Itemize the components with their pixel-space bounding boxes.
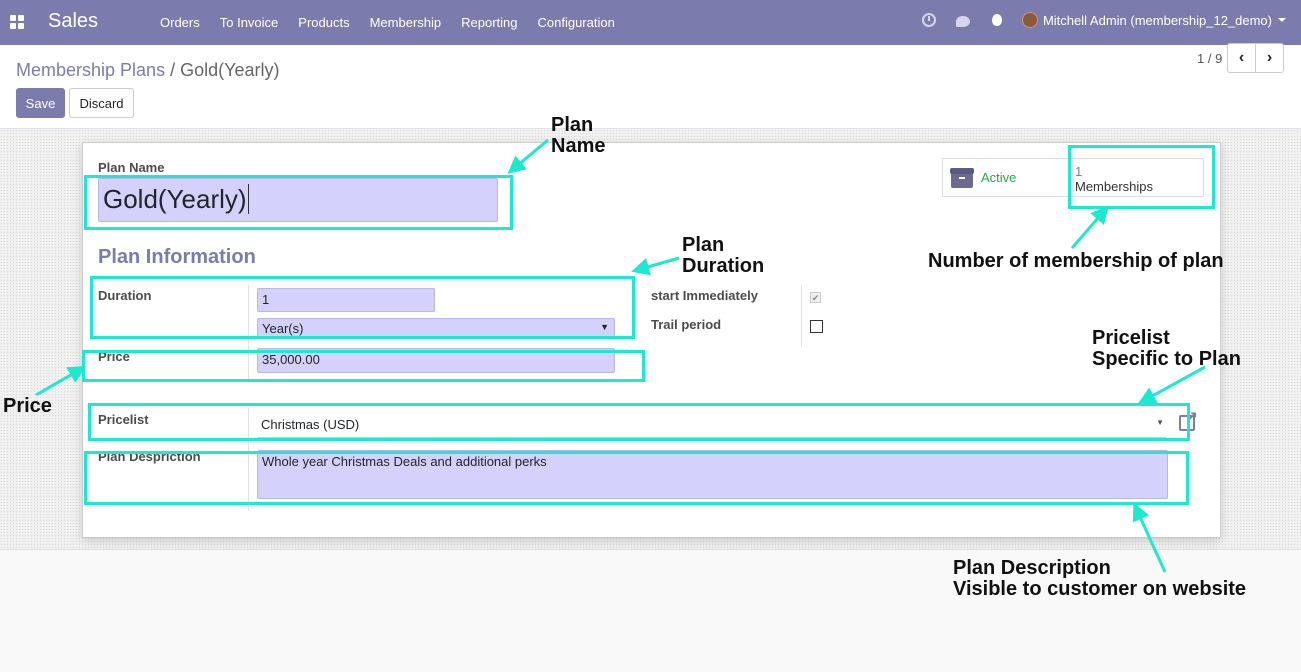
menu-item-to-invoice[interactable]: To Invoice [210,15,289,30]
active-toggle-button[interactable]: Active [943,159,1071,196]
description-highlight [84,451,1189,505]
annotation-pricelist-line2: Specific to Plan [1092,348,1241,370]
plan-name-label: Plan Name [98,160,165,175]
start-immediately-label: start Immediately [651,288,758,303]
annotation-pricelist-line1: Pricelist [1092,327,1170,349]
annotation-plan-duration: Plan Duration [682,235,764,277]
user-menu-caret-icon[interactable] [1278,18,1286,22]
trail-period-checkbox[interactable] [810,320,823,333]
user-avatar[interactable] [1021,12,1038,28]
app-title[interactable]: Sales [48,10,98,33]
annotation-plan-name-line2: Name [551,135,606,157]
start-immediately-checkbox[interactable]: ✔ [810,292,821,303]
menu-item-reporting[interactable]: Reporting [451,15,527,30]
trail-period-label: Trail period [651,317,722,332]
field-separator [801,285,802,347]
discard-button[interactable]: Discard [69,88,134,118]
chevron-left-icon: ‹ [1238,49,1245,66]
annotation-description: Plan Description Visible to customer on … [953,558,1246,600]
user-menu-name[interactable]: Mitchell Admin (membership_12_demo) [1043,13,1272,28]
save-button[interactable]: Save [16,88,65,118]
menu-item-products[interactable]: Products [288,15,359,30]
top-navbar: Sales Orders To Invoice Products Members… [0,0,1301,45]
messaging-chat-icon[interactable] [955,15,970,27]
annotation-membership-count: Number of membership of plan [928,250,1224,272]
check-icon: ✔ [811,293,820,303]
breadcrumb-parent-link[interactable]: Membership Plans [16,60,165,80]
section-title: Plan Information [98,246,256,268]
menu-item-configuration[interactable]: Configuration [528,15,625,30]
pager-next-button[interactable]: › [1255,43,1284,73]
annotation-plan-duration-line2: Duration [682,255,765,277]
annotation-description-line2: Visible to customer on website [953,578,1247,600]
annotation-description-line1: Plan Description [953,557,1111,579]
chevron-right-icon: › [1266,49,1273,66]
apps-menu-icon[interactable] [10,15,24,29]
pricelist-highlight [88,403,1190,441]
annotation-plan-duration-line1: Plan [682,234,725,256]
active-label: Active [981,170,1017,185]
pager-previous-button[interactable]: ‹ [1227,43,1256,73]
menu-item-membership[interactable]: Membership [360,15,452,30]
memberships-highlight [1068,145,1215,209]
duration-highlight [90,276,635,339]
annotation-plan-name-line1: Plan [551,114,594,136]
debug-bug-icon[interactable] [991,14,1002,26]
breadcrumb-separator: / [170,60,176,80]
annotation-price: Price [3,395,52,417]
annotation-pricelist: Pricelist Specific to Plan [1092,328,1241,370]
activity-clock-icon[interactable] [921,13,936,27]
control-panel: Membership Plans / Gold(Yearly) Save Dis… [0,45,1301,129]
plan-name-highlight [84,175,513,230]
annotation-plan-name: Plan Name [551,115,605,157]
archive-icon [950,167,974,188]
breadcrumb-current: Gold(Yearly) [180,60,280,80]
pager-value[interactable]: 1 / 9 [1197,51,1222,66]
breadcrumb: Membership Plans / Gold(Yearly) [16,60,280,81]
menu-item-orders[interactable]: Orders [150,15,210,30]
price-highlight [82,350,645,382]
main-menu: Orders To Invoice Products Membership Re… [150,15,625,30]
systray: Mitchell Admin (membership_12_demo) [921,12,1286,28]
